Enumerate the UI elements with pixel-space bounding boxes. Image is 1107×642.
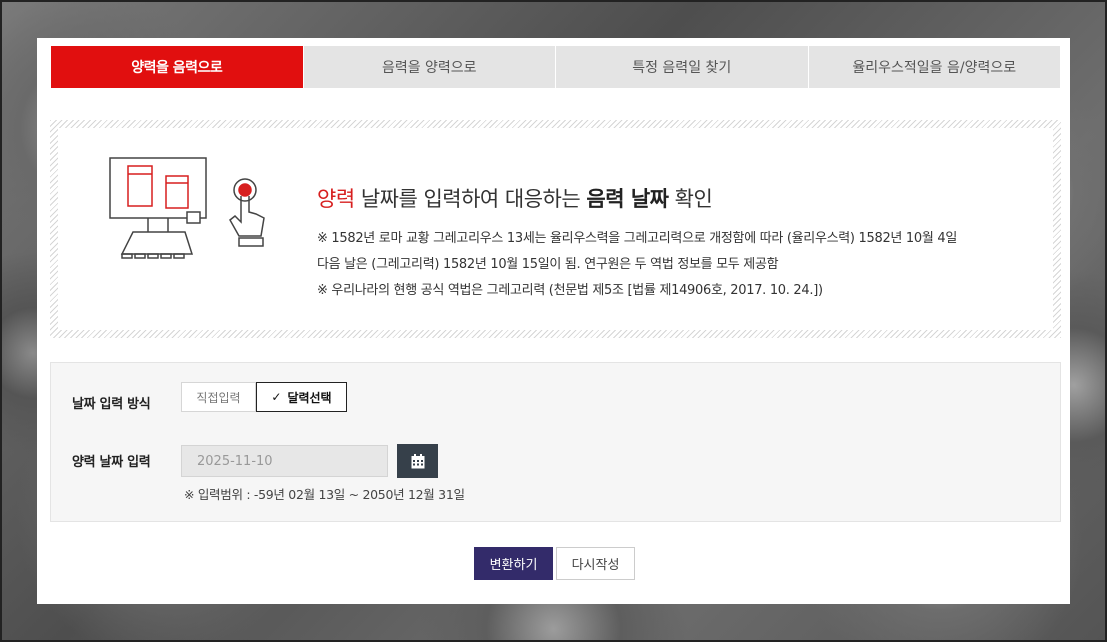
tab-solar-to-lunar[interactable]: 양력을 음력으로 <box>51 46 303 88</box>
input-method-toggle: 직접입력 ✓ 달력선택 <box>181 382 347 412</box>
tab-bar: 양력을 음력으로 음력을 양력으로 특정 음력일 찾기 율리우스적일을 음/양력… <box>51 46 1060 88</box>
solar-date-label: 양력 날짜 입력 <box>72 455 151 470</box>
info-note-line: ※ 1582년 로마 교황 그레고리우스 13세는 율리우스력을 그레고리력으로… <box>317 231 957 246</box>
info-title-middle: 날짜를 입력하여 대응하는 <box>354 187 587 211</box>
calendar-select-option[interactable]: ✓ 달력선택 <box>256 382 347 412</box>
info-note-line: 다음 날은 (그레고리력) 1582년 10월 15일이 됨. 연구원은 두 역… <box>317 257 779 272</box>
info-title-solar: 양력 <box>317 187 355 211</box>
tab-find-lunar-date[interactable]: 특정 음력일 찾기 <box>555 46 808 88</box>
direct-input-option[interactable]: 직접입력 <box>181 382 256 412</box>
tab-julian-day[interactable]: 율리우스적일을 음/양력으로 <box>807 46 1060 88</box>
calendar-icon <box>411 453 424 468</box>
solar-date-input[interactable] <box>181 445 388 477</box>
input-range-note: ※ 입력범위 : -59년 02월 13일 ~ 2050년 12월 31일 <box>184 487 465 502</box>
input-form: 날짜 입력 방식 직접입력 ✓ 달력선택 양력 날짜 입력 ※ 입력범위 : -… <box>50 362 1061 522</box>
check-icon: ✓ <box>271 390 282 404</box>
computer-touch-illustration-icon <box>109 157 265 259</box>
converter-panel: 양력을 음력으로 음력을 양력으로 특정 음력일 찾기 율리우스적일을 음/양력… <box>37 38 1070 604</box>
info-title-lunar-date: 음력 날짜 <box>586 187 669 211</box>
calendar-button[interactable] <box>397 444 438 478</box>
input-method-label: 날짜 입력 방식 <box>72 397 151 412</box>
calendar-select-label: 달력선택 <box>287 390 332 405</box>
reset-button[interactable]: 다시작성 <box>556 547 635 580</box>
info-notes: ※ 1582년 로마 교황 그레고리우스 13세는 율리우스력을 그레고리력으로… <box>317 226 957 304</box>
info-note-line: ※ 우리나라의 현행 공식 역법은 그레고리력 (천문법 제5조 [법률 제14… <box>317 283 823 298</box>
tab-lunar-to-solar[interactable]: 음력을 양력으로 <box>302 46 555 88</box>
convert-button[interactable]: 변환하기 <box>474 547 553 580</box>
info-box: 양력 날짜를 입력하여 대응하는 음력 날짜 확인 ※ 1582년 로마 교황 … <box>50 120 1061 338</box>
info-inner: 양력 날짜를 입력하여 대응하는 음력 날짜 확인 ※ 1582년 로마 교황 … <box>58 128 1053 330</box>
info-title: 양력 날짜를 입력하여 대응하는 음력 날짜 확인 <box>317 183 713 213</box>
info-title-end: 확인 <box>668 187 713 211</box>
